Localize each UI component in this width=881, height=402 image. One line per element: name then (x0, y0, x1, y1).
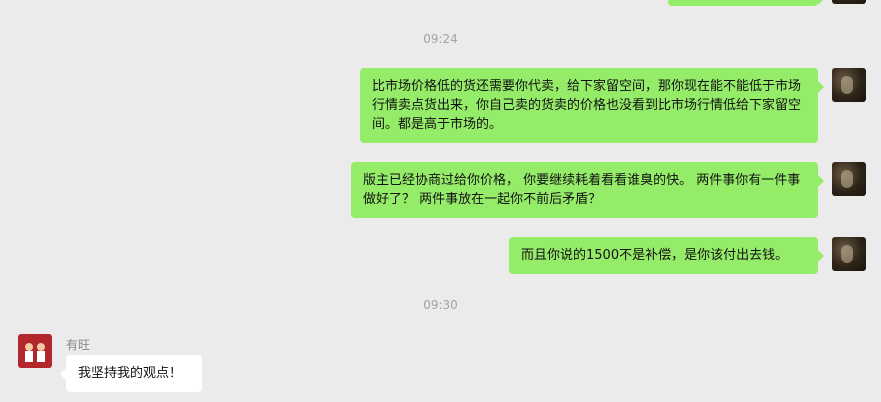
my-avatar[interactable] (832, 237, 866, 271)
my-avatar[interactable] (832, 0, 866, 4)
timestamp: 09:24 (423, 32, 458, 46)
timestamp: 09:30 (423, 298, 458, 312)
message-bubble[interactable]: 而且你说的1500不是补偿，是你该付出去钱。 (509, 237, 824, 274)
contact-avatar[interactable] (18, 334, 52, 368)
message-bubble[interactable]: 我坚持我的观点！ (60, 355, 202, 392)
my-avatar[interactable] (832, 162, 866, 196)
message-bubble-partial[interactable] (668, 0, 824, 6)
couple-icon (25, 343, 45, 362)
message-bubble[interactable]: 比市场价格低的货还需要你代卖，给下家留空间，那你现在能不能低于市场行情卖点货出来… (360, 68, 824, 143)
my-avatar[interactable] (832, 68, 866, 102)
sender-name: 有旺 (66, 338, 91, 352)
message-bubble[interactable]: 版主已经协商过给你价格， 你要继续耗着看看谁臭的快。 两件事你有一件事做好了？ … (351, 162, 824, 218)
